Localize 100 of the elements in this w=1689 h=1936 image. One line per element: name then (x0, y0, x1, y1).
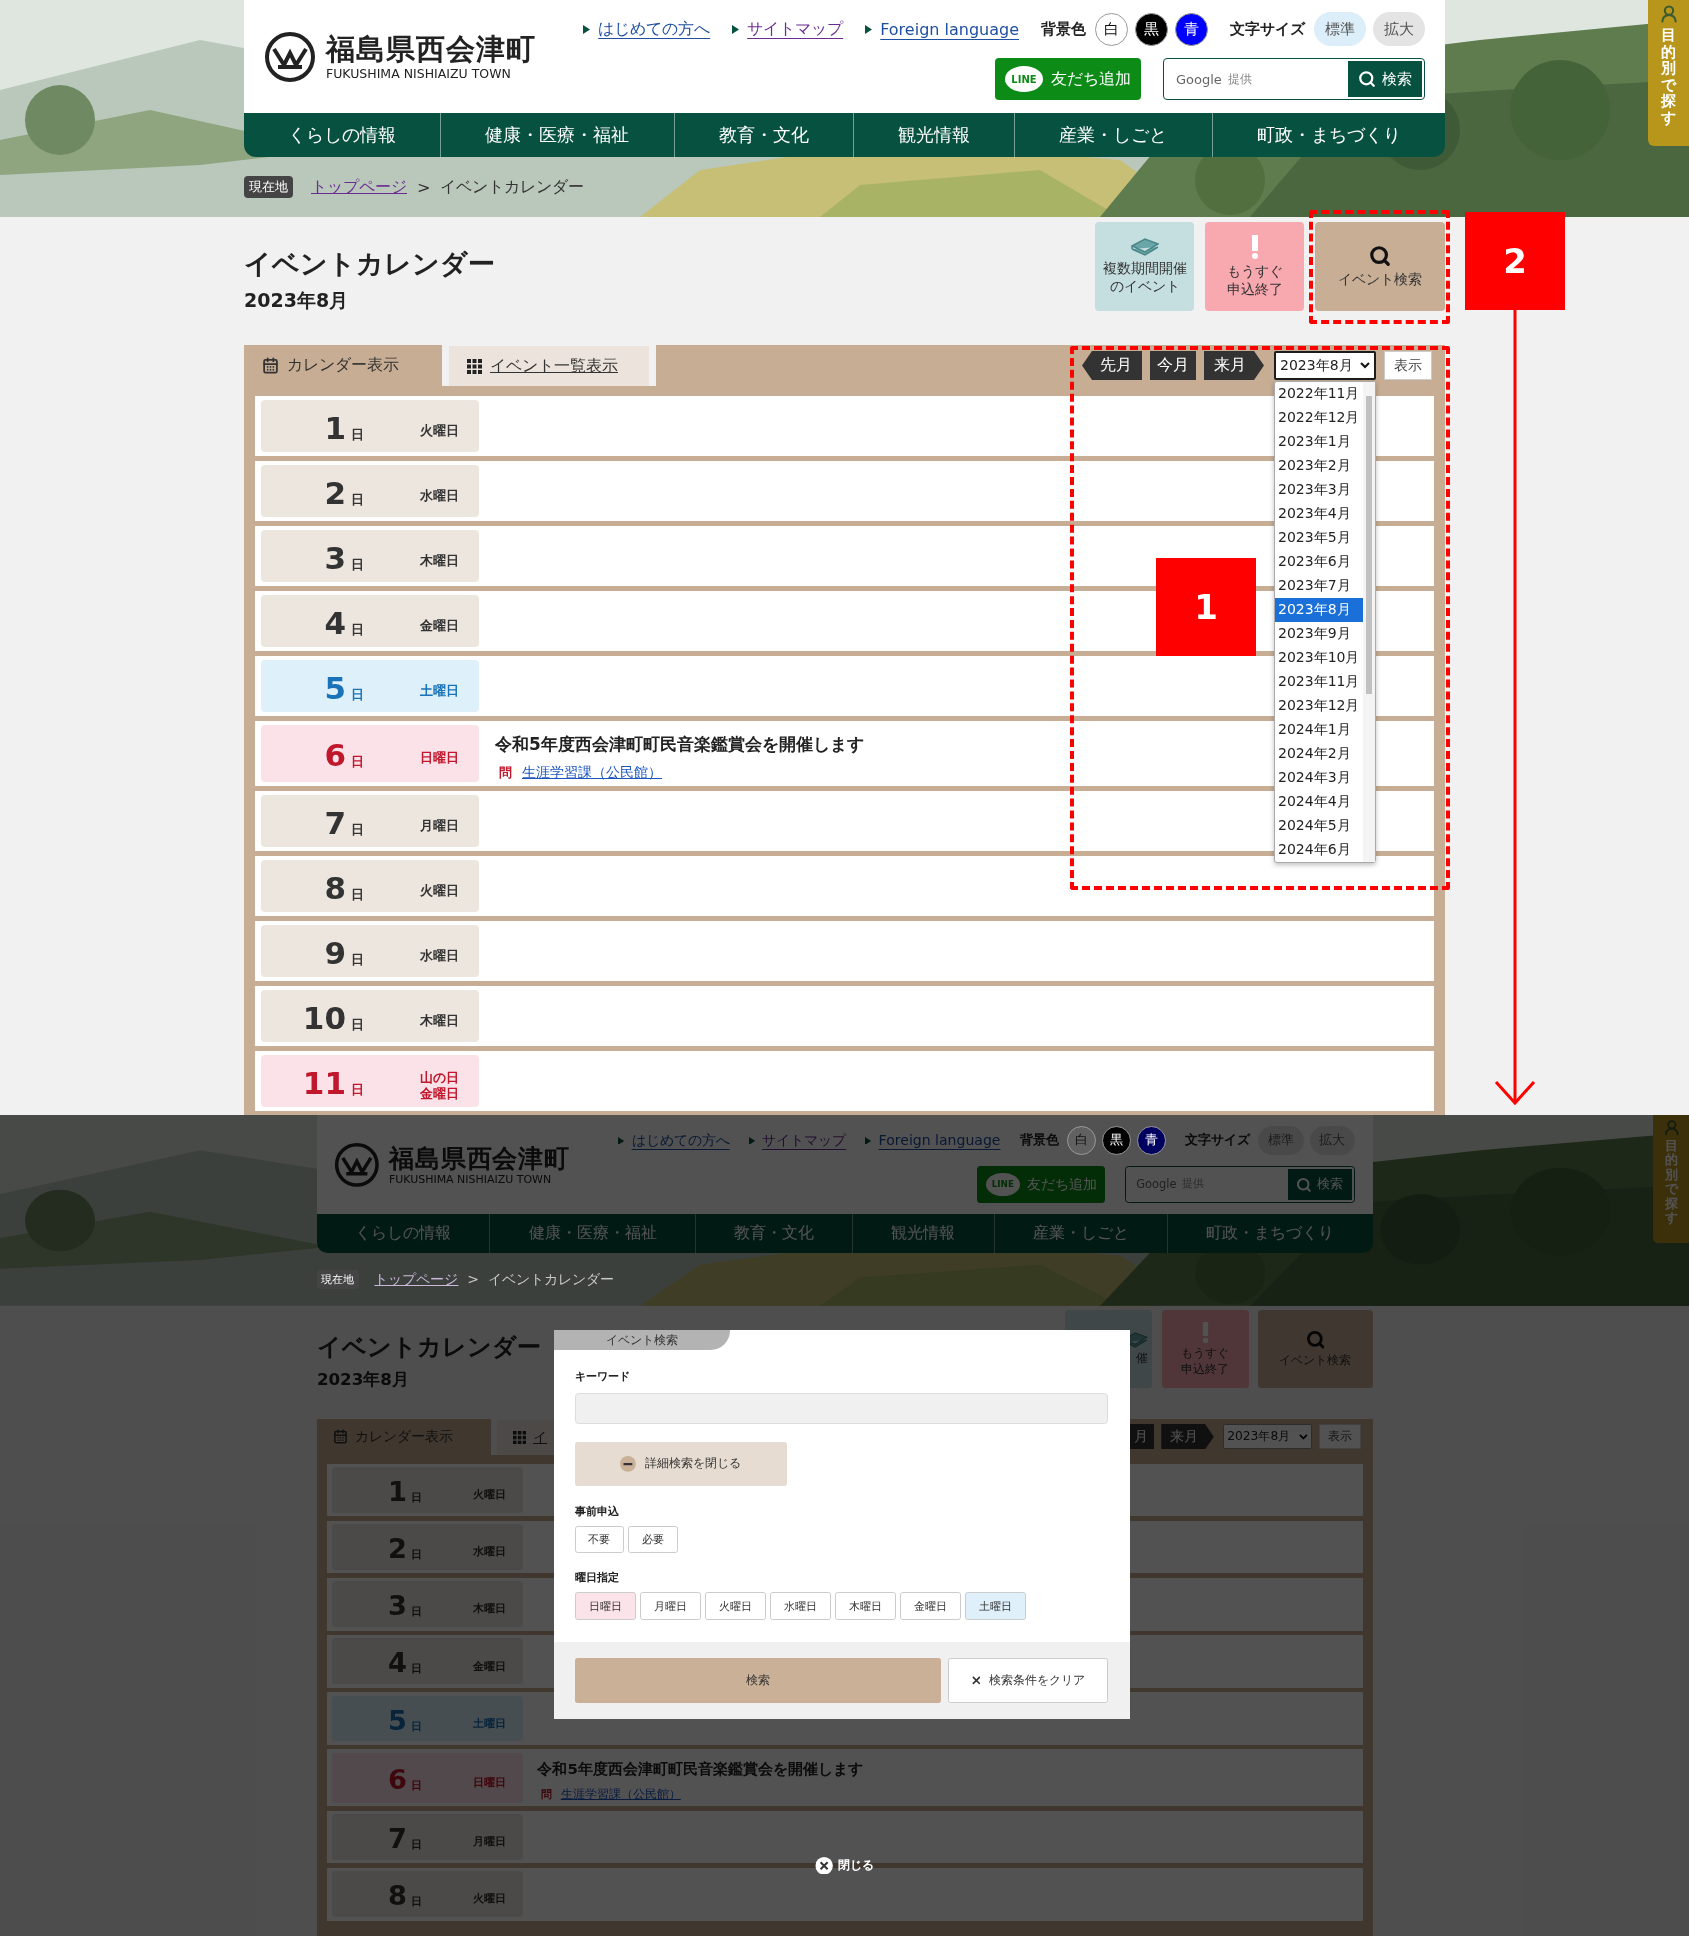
page-title: イベントカレンダー (244, 247, 495, 281)
view-tab[interactable]: カレンダー表示 (244, 345, 442, 386)
books-icon (1130, 238, 1159, 256)
bg-color-button[interactable]: 青 (1137, 1126, 1166, 1155)
line-friend-button[interactable]: LINE 友だち追加 (995, 58, 1141, 100)
calendar-icon (262, 357, 279, 374)
nav-item[interactable]: くらしの情報 (244, 113, 441, 157)
day-number: 4 (388, 1649, 407, 1677)
weekday-label: 水曜日 (420, 487, 459, 505)
day-unit: 日 (351, 685, 364, 704)
bg-color-button[interactable]: 黒 (1101, 1126, 1131, 1155)
month-option[interactable]: 2023年5月 (1275, 526, 1363, 550)
header-link[interactable]: Foreign language (880, 19, 1019, 39)
header-link[interactable]: サイトマップ (747, 18, 844, 40)
filter-option[interactable]: 不要 (574, 1525, 625, 1553)
month-option[interactable]: 2022年12月 (1275, 406, 1363, 430)
day-unit: 日 (411, 1490, 423, 1506)
month-option[interactable]: 2024年1月 (1275, 718, 1363, 742)
day-unit: 日 (411, 1604, 423, 1620)
bg-color-button[interactable]: 黒 (1135, 12, 1168, 46)
month-option[interactable]: 2023年11月 (1275, 670, 1363, 694)
weekday-option[interactable]: 月曜日 (639, 1592, 701, 1620)
keyword-field[interactable] (574, 1392, 1109, 1425)
month-option[interactable]: 2023年4月 (1275, 502, 1363, 526)
breadcrumb-link[interactable]: トップページ (374, 1269, 459, 1289)
month-option[interactable]: 2023年1月 (1275, 430, 1363, 454)
font-size-button[interactable]: 拡大 (1373, 12, 1425, 46)
feature-button[interactable]: イベント検索 (1315, 222, 1445, 311)
header-link[interactable]: はじめての方へ (598, 18, 711, 40)
month-option[interactable]: 2024年2月 (1275, 742, 1363, 766)
day-unit: 日 (351, 490, 364, 509)
month-option[interactable]: 2023年10月 (1275, 646, 1363, 670)
chevron-icon (1299, 1433, 1308, 1440)
month-option[interactable]: 2023年8月 (1275, 598, 1363, 622)
weekday-option[interactable]: 日曜日 (574, 1592, 636, 1620)
feature-label: 申込終了 (1226, 280, 1283, 298)
contact-mark: 問 (541, 1786, 552, 1802)
month-option[interactable]: 2023年6月 (1275, 550, 1363, 574)
view-tab[interactable]: イベント一覧表示 (449, 346, 649, 386)
search-button[interactable]: 検索 (1348, 61, 1422, 97)
grid-icon (512, 1430, 527, 1444)
breadcrumb-link[interactable]: トップページ (311, 176, 407, 198)
month-option[interactable]: 2023年3月 (1275, 478, 1363, 502)
day-number: 3 (388, 1592, 407, 1620)
search-icon (1305, 1330, 1326, 1350)
exclamation-icon (1250, 235, 1259, 259)
weekday-option[interactable]: 水曜日 (769, 1592, 831, 1620)
day-unit: 日 (411, 1777, 423, 1793)
month-nav-button[interactable]: 今月 (1150, 351, 1196, 380)
month-select[interactable]: 2023年8月 (1274, 351, 1376, 380)
day-number: 7 (388, 1825, 407, 1853)
feature-button[interactable]: もうすぐ 申込終了 (1205, 222, 1304, 311)
month-option[interactable]: 2023年12月 (1275, 694, 1363, 718)
month-option[interactable]: 2022年11月 (1275, 382, 1363, 406)
weekday-label: 土曜日 (420, 682, 459, 700)
contact-link[interactable]: 生涯学習課（公民館） (522, 764, 662, 782)
day-unit: 日 (351, 885, 364, 904)
month-option[interactable]: 2024年5月 (1275, 814, 1363, 838)
font-size-button[interactable]: 標準 (1314, 12, 1366, 46)
day-number: 6 (388, 1765, 407, 1794)
detail-toggle-button[interactable]: 詳細検索を閉じる (574, 1442, 787, 1486)
scrollbar[interactable] (1363, 382, 1375, 862)
month-nav-button[interactable]: 先月 (1082, 351, 1142, 380)
month-option[interactable]: 2023年7月 (1275, 574, 1363, 598)
nav-item[interactable]: 健康・医療・福祉 (440, 113, 674, 157)
day-unit: 日 (411, 1837, 423, 1853)
search-submit-button[interactable]: 検索 (574, 1658, 941, 1704)
weekday-option[interactable]: 金曜日 (900, 1592, 961, 1620)
day-unit: 日 (411, 1547, 423, 1563)
month-option[interactable]: 2023年9月 (1275, 622, 1363, 646)
weekday-option[interactable]: 土曜日 (965, 1592, 1026, 1620)
month-option[interactable]: 2024年3月 (1275, 766, 1363, 790)
month-option[interactable]: 2023年2月 (1275, 454, 1363, 478)
day-number: 7 (324, 807, 346, 839)
nav-item[interactable]: 産業・しごと (1014, 113, 1212, 157)
filter-option[interactable]: 必要 (628, 1525, 678, 1553)
nav-item[interactable]: 観光情報 (853, 113, 1015, 157)
month-option[interactable]: 2024年4月 (1275, 790, 1363, 814)
clear-button[interactable]: 検索条件をクリア (948, 1658, 1109, 1704)
callout-number: 1 (1156, 558, 1256, 656)
search-field[interactable]: Google 提供 検索 (1163, 58, 1425, 100)
close-button[interactable]: 閉じる (810, 1856, 880, 1876)
feature-button[interactable]: 複数期間開催 のイベント (1095, 222, 1194, 311)
month-option[interactable]: 2024年6月 (1275, 838, 1363, 862)
weekday-option[interactable]: 火曜日 (704, 1592, 766, 1620)
day-unit: 日 (351, 620, 364, 639)
bg-color-button[interactable]: 青 (1175, 12, 1208, 46)
day-number: 10 (302, 1002, 346, 1034)
weekday-option[interactable]: 木曜日 (835, 1592, 896, 1620)
month-nav-button[interactable]: 来月 (1204, 351, 1264, 380)
breadcrumb-separator: > (467, 1271, 480, 1288)
weekday-label: 木曜日 (420, 552, 459, 570)
show-button[interactable]: 表示 (1384, 351, 1432, 380)
nav-item[interactable]: 町政・まちづくり (1211, 113, 1445, 157)
bg-color-button[interactable]: 白 (1095, 12, 1128, 46)
day-number: 2 (324, 477, 346, 509)
day-unit: 日 (351, 820, 364, 839)
nav-item[interactable]: 教育・文化 (673, 113, 853, 157)
breadcrumb-badge: 現在地 (244, 176, 293, 198)
weekday-label: 火曜日 (472, 1891, 506, 1906)
